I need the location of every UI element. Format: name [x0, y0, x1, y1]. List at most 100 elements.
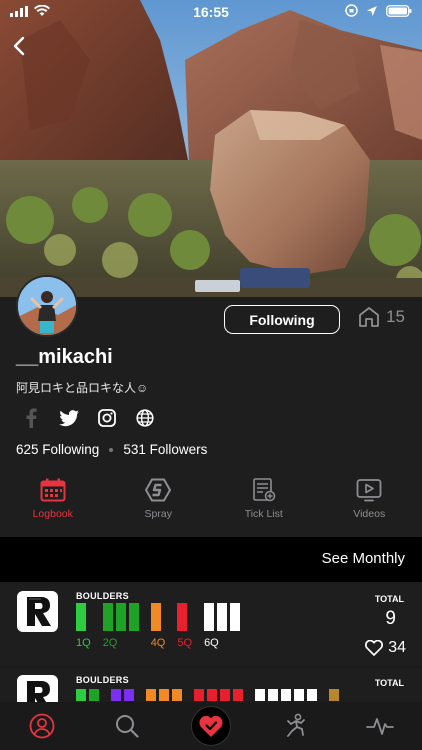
tab-videos[interactable]: Videos — [317, 478, 422, 528]
profile-icon — [29, 713, 55, 739]
username: __mikachi — [16, 346, 113, 368]
category-label: BOULDERS — [76, 675, 129, 685]
likes-count: 34 — [388, 639, 406, 656]
separator-dot — [109, 447, 114, 452]
chevron-left-icon — [13, 36, 25, 56]
grade-label: 1Q — [76, 637, 91, 649]
grade-bars — [76, 689, 339, 701]
tab-logbook[interactable]: Logbook — [0, 478, 106, 528]
grade-group-5q: 5Q — [177, 603, 192, 649]
search-icon — [115, 715, 139, 738]
calendar-icon — [40, 478, 66, 502]
location-icon — [366, 5, 378, 17]
following-count[interactable]: 625 Following — [16, 442, 99, 457]
grade-bar — [76, 689, 86, 701]
grade-bar — [89, 689, 99, 701]
ascent-count[interactable]: 15 — [358, 307, 405, 327]
category-label: BOULDERS — [76, 591, 129, 601]
video-icon — [356, 479, 382, 502]
grade-bar — [111, 689, 121, 701]
grade-bar — [329, 689, 339, 701]
grade-bar — [204, 603, 215, 631]
grade-group-6q: 6Q — [204, 603, 241, 649]
grade-bar — [217, 603, 228, 631]
profile-header: Following 15 __mikachi 阿見ロキと品ロキな人☺ 625 F… — [0, 275, 422, 537]
tab-logbook-label: Logbook — [32, 508, 73, 520]
climber-icon — [287, 713, 306, 737]
tab-tick-list-label: Tick List — [244, 508, 283, 520]
grade-bar — [146, 689, 156, 701]
nav-activity-climber[interactable] — [253, 702, 337, 750]
orientation-lock-icon — [345, 4, 358, 17]
tab-tick-list[interactable]: Tick List — [211, 478, 317, 528]
grade-group-2q: 2Q — [102, 603, 139, 649]
grade-bar — [128, 603, 139, 631]
home-wall-icon — [359, 307, 379, 327]
grade-bar — [307, 689, 317, 701]
grade-bar — [115, 603, 126, 631]
nav-feed[interactable] — [338, 702, 422, 750]
followers-count[interactable]: 531 Followers — [123, 442, 207, 457]
likes[interactable]: 34 — [365, 639, 406, 657]
grade-bar — [177, 603, 188, 631]
avatar[interactable] — [16, 275, 78, 337]
profile-tabs: Logbook Spray Tick List Videos — [0, 478, 422, 528]
nav-search[interactable] — [84, 702, 168, 750]
grade-bar — [230, 603, 241, 631]
total-label: TOTAL — [374, 678, 404, 688]
tick-list-icon — [252, 478, 275, 502]
grade-bar — [268, 689, 278, 701]
grade-bar — [150, 603, 161, 631]
grade-group-1q: 1Q — [76, 603, 91, 649]
social-links — [20, 407, 156, 429]
instagram-icon[interactable] — [96, 407, 118, 429]
status-bar: 16:55 — [0, 0, 422, 22]
grade-label: 2Q — [102, 637, 118, 649]
grade-group-4q: 4Q — [150, 603, 166, 649]
grade-bar — [220, 689, 230, 701]
record-button[interactable] — [190, 706, 231, 746]
bottom-nav — [0, 702, 422, 750]
grade-bar — [124, 689, 134, 701]
grade-label: 4Q — [150, 637, 166, 649]
total-value: 9 — [385, 608, 396, 629]
grade-bar — [255, 689, 265, 701]
follow-stats: 625 Following 531 Followers — [16, 442, 207, 457]
tab-spray-label: Spray — [144, 508, 172, 520]
battery-icon — [386, 4, 412, 17]
grade-label: 6Q — [204, 637, 219, 649]
grade-bar — [102, 603, 113, 631]
ascent-count-value: 15 — [386, 307, 405, 326]
total-label: TOTAL — [374, 594, 404, 604]
activity-pulse-icon — [365, 718, 394, 735]
website-globe-icon[interactable] — [134, 407, 156, 429]
cover-photo-image — [0, 0, 422, 297]
following-button[interactable]: Following — [224, 305, 340, 334]
gym-logo — [17, 675, 58, 702]
tab-spray[interactable]: Spray — [106, 478, 212, 528]
spray-icon — [145, 478, 172, 502]
bio: 阿見ロキと品ロキな人☺ — [16, 381, 149, 395]
grade-bar — [233, 689, 243, 701]
grade-bar — [294, 689, 304, 701]
grade-bar — [172, 689, 182, 701]
gym-logo — [17, 591, 58, 632]
logbook-card[interactable]: BOULDERS TOTAL — [0, 668, 422, 702]
grade-bar — [159, 689, 169, 701]
nav-record[interactable] — [169, 702, 253, 750]
grade-bar — [281, 689, 291, 701]
see-monthly-link[interactable]: See Monthly — [322, 550, 405, 567]
logbook-card[interactable]: BOULDERS 1Q 2Q 4Q 5Q 6Q TOTAL 9 34 — [0, 582, 422, 665]
grade-bar — [207, 689, 217, 701]
grade-bar — [194, 689, 204, 701]
grade-bar — [76, 603, 86, 631]
nav-profile[interactable] — [0, 702, 84, 750]
tab-videos-label: Videos — [353, 508, 386, 520]
grade-label: 5Q — [177, 637, 193, 649]
heart-icon — [365, 640, 384, 656]
heart-check-icon — [199, 715, 223, 737]
grade-bars: 1Q 2Q 4Q 5Q 6Q — [76, 603, 241, 649]
facebook-icon[interactable] — [20, 407, 42, 429]
twitter-icon[interactable] — [58, 407, 80, 429]
back-button[interactable] — [8, 34, 32, 58]
